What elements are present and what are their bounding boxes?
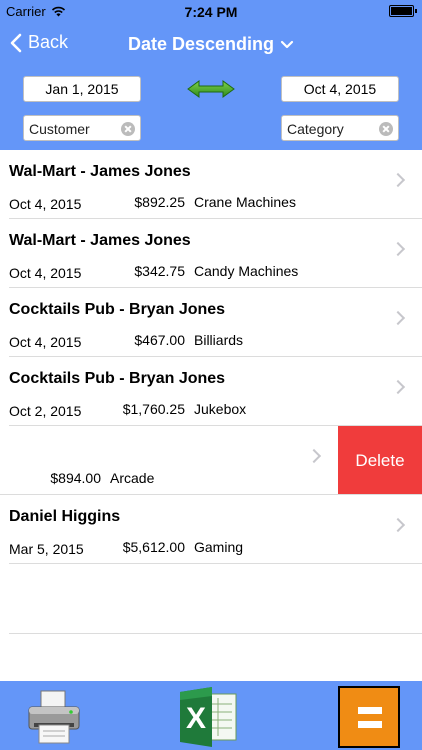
chevron-right-icon [390,310,406,326]
bottom-toolbar: X [0,681,422,750]
printer-icon[interactable] [25,687,83,745]
equals-bar-bottom [358,721,382,728]
list-item[interactable]: Cocktails Pub - Bryan Jones Oct 2, 2015 … [0,357,422,426]
row-title: Wal-Mart - James Jones [9,163,191,180]
chevron-down-icon [280,40,294,48]
row-amount: $1,760.25 [122,401,185,417]
nav-title: Date Descending [0,34,422,55]
customer-filter-field[interactable]: Customer [23,115,141,141]
equals-bar-top [358,707,382,714]
row-amount: $342.75 [134,263,185,279]
transaction-list: Wal-Mart - James Jones Oct 4, 2015 $892.… [0,150,422,681]
chevron-right-icon [390,241,406,257]
row-amount: $892.25 [134,194,185,210]
list-item[interactable]: Wal-Mart - James Jones Oct 4, 2015 $342.… [0,219,422,288]
swap-dates-icon[interactable] [187,79,235,99]
row-amount: $894.00 [50,470,101,486]
status-bar: Carrier 7:24 PM [0,0,422,22]
chevron-right-icon [306,448,322,464]
delete-button[interactable]: Delete [338,426,422,495]
category-filter-field[interactable]: Category [281,115,399,141]
clear-icon[interactable] [121,122,135,136]
excel-icon[interactable]: X [178,686,240,748]
category-placeholder: Category [287,121,344,137]
row-divider [9,563,422,564]
list-item[interactable]: Cocktails Pub - Bryan Jones Oct 4, 2015 … [0,288,422,357]
list-item-swiped[interactable]: iggins 5 $894.00 Arcade Delete [0,426,422,495]
row-amount: $467.00 [134,332,185,348]
row-category: Crane Machines [194,194,296,210]
status-time: 7:24 PM [184,4,238,20]
sort-selector[interactable]: Date Descending [128,34,294,55]
row-category: Jukebox [194,401,247,417]
row-divider [9,633,422,634]
totals-icon[interactable] [338,686,400,748]
battery-icon [389,5,417,17]
row-title: Wal-Mart - James Jones [9,232,191,249]
row-category: Arcade [110,470,155,486]
chevron-right-icon [390,517,406,533]
list-item[interactable]: Wal-Mart - James Jones Oct 4, 2015 $892.… [0,150,422,219]
row-date: Oct 4, 2015 [9,334,82,350]
row-category: Gaming [194,539,244,555]
swiped-row-content[interactable]: iggins 5 $894.00 Arcade [0,426,338,495]
chevron-right-icon [390,172,406,188]
start-date-field[interactable]: Jan 1, 2015 [23,76,141,102]
row-date: Oct 4, 2015 [9,196,82,212]
row-date: Oct 4, 2015 [9,265,82,281]
row-category: Candy Machines [194,263,299,279]
end-date-field[interactable]: Oct 4, 2015 [281,76,399,102]
row-title: Daniel Higgins [9,508,121,525]
row-title: Cocktails Pub - Bryan Jones [9,301,226,318]
nav-bar: Back Date Descending [0,22,422,66]
chevron-right-icon [390,379,406,395]
row-amount: $5,612.00 [122,539,185,555]
customer-placeholder: Customer [29,121,90,137]
sort-title: Date Descending [127,34,275,54]
row-date: Oct 2, 2015 [9,403,82,419]
clear-icon[interactable] [379,122,393,136]
filter-panel: Jan 1, 2015 Oct 4, 2015 Customer Categor… [0,66,422,150]
list-item[interactable]: Daniel Higgins Mar 5, 2015 $5,612.00 Gam… [0,495,422,564]
svg-text:X: X [186,702,206,735]
row-date: Mar 5, 2015 [9,541,84,557]
row-category: Billiards [194,332,244,348]
row-title: Cocktails Pub - Bryan Jones [9,370,226,387]
